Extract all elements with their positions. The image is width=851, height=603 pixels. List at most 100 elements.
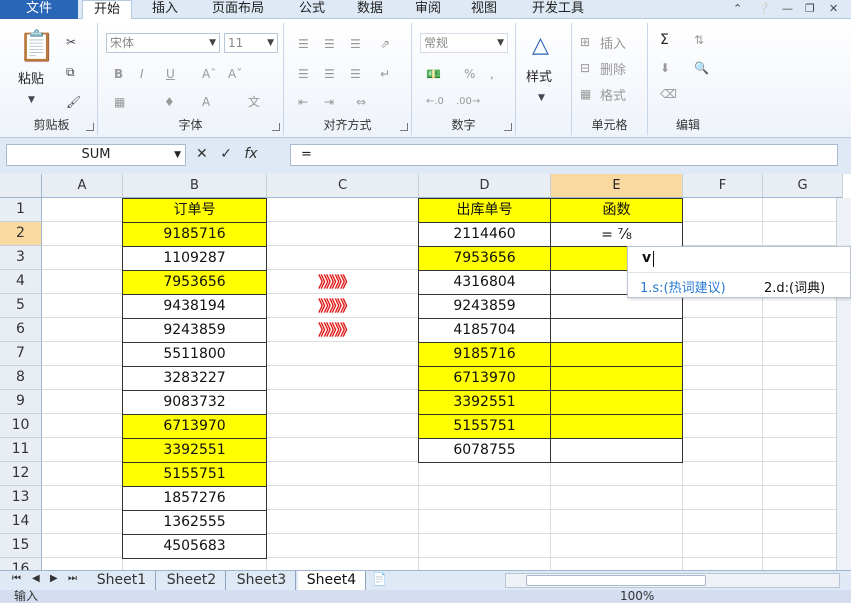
horizontal-scroll-thumb[interactable]: [526, 575, 706, 586]
tab-insert[interactable]: 插入: [142, 0, 188, 19]
italic-button[interactable]: I: [140, 67, 144, 81]
copy-icon[interactable]: ⧉: [66, 65, 75, 79]
column-header-a[interactable]: A: [42, 174, 123, 198]
cut-icon[interactable]: ✂: [66, 35, 76, 49]
align-right-icon[interactable]: ☰: [350, 67, 361, 81]
column-header-e[interactable]: E: [551, 174, 683, 198]
find-select-icon[interactable]: 🔍: [694, 61, 709, 75]
row-header[interactable]: 16: [0, 558, 42, 570]
row-header[interactable]: 8: [0, 366, 42, 390]
select-all-corner[interactable]: [0, 174, 42, 198]
table-cell-outbound[interactable]: 3392551: [418, 390, 551, 415]
align-bottom-icon[interactable]: ☰: [350, 37, 361, 51]
horizontal-scrollbar[interactable]: [505, 573, 840, 588]
tab-formulas[interactable]: 公式: [290, 0, 334, 19]
borders-icon[interactable]: ▦: [114, 95, 125, 109]
alignment-launcher-icon[interactable]: [400, 123, 408, 131]
increase-indent-icon[interactable]: ⇥: [324, 95, 334, 109]
number-launcher-icon[interactable]: [504, 123, 512, 131]
cancel-icon[interactable]: ✕: [196, 146, 208, 162]
table-cell-outbound[interactable]: 5155751: [418, 414, 551, 439]
underline-button[interactable]: U: [166, 67, 175, 81]
table-cell-function[interactable]: [550, 342, 683, 367]
ime-candidate-1[interactable]: 1.s:(热词建议): [640, 277, 726, 296]
table-cell-order[interactable]: 9243859: [122, 318, 267, 343]
tab-file[interactable]: 文件: [0, 0, 78, 19]
fill-icon[interactable]: ⬇: [660, 61, 670, 75]
table-cell-order[interactable]: 5511800: [122, 342, 267, 367]
row-header[interactable]: 6: [0, 318, 42, 342]
styles-button[interactable]: 样式: [526, 71, 552, 85]
table-cell-function[interactable]: [550, 414, 683, 439]
paste-button[interactable]: 粘贴: [18, 73, 44, 87]
row-header[interactable]: 10: [0, 414, 42, 438]
last-sheet-icon[interactable]: ⏭: [68, 573, 77, 584]
tab-review[interactable]: 审阅: [406, 0, 450, 19]
clear-icon[interactable]: ⌫: [660, 87, 677, 101]
cell-d1-header[interactable]: 出库单号: [418, 198, 551, 223]
column-header-f[interactable]: F: [683, 174, 763, 198]
paste-dropdown-icon[interactable]: ▼: [28, 93, 35, 107]
table-cell-outbound[interactable]: 7953656: [418, 246, 551, 271]
table-cell-function[interactable]: [550, 390, 683, 415]
zoom-level[interactable]: 100%: [620, 590, 654, 603]
row-header[interactable]: 3: [0, 246, 42, 270]
font-name-dropdown[interactable]: 宋体 ▼: [106, 33, 220, 53]
decrease-indent-icon[interactable]: ⇤: [298, 95, 308, 109]
row-header[interactable]: 14: [0, 510, 42, 534]
table-cell-order[interactable]: 5155751: [122, 462, 267, 487]
table-cell-outbound[interactable]: 9185716: [418, 342, 551, 367]
sheet-tab-1[interactable]: Sheet1: [88, 571, 156, 590]
delete-cells-button[interactable]: 删除: [600, 59, 626, 78]
cell-b1-header[interactable]: 订单号: [122, 198, 267, 223]
orientation-icon[interactable]: ⇗: [380, 37, 390, 51]
table-cell-outbound[interactable]: 6078755: [418, 438, 551, 463]
row-header[interactable]: 9: [0, 390, 42, 414]
align-center-icon[interactable]: ☰: [324, 67, 335, 81]
row-header[interactable]: 1: [0, 198, 42, 222]
table-cell-outbound[interactable]: 4185704: [418, 318, 551, 343]
increase-decimal-icon[interactable]: ←.0: [426, 95, 444, 109]
row-header[interactable]: 2: [0, 222, 42, 246]
number-format-dropdown[interactable]: 常规 ▼: [420, 33, 508, 53]
insert-cells-icon[interactable]: ⊞: [580, 35, 590, 49]
row-header[interactable]: 15: [0, 534, 42, 558]
table-cell-order[interactable]: 9185716: [122, 222, 267, 247]
autosum-icon[interactable]: Σ: [660, 33, 669, 47]
prev-sheet-icon[interactable]: ◀: [32, 573, 40, 584]
window-restore-icon[interactable]: ❐: [805, 2, 815, 15]
column-header-g[interactable]: G: [763, 174, 843, 198]
font-size-dropdown[interactable]: 11 ▼: [224, 33, 278, 53]
table-cell-function[interactable]: [550, 438, 683, 463]
align-middle-icon[interactable]: ☰: [324, 37, 335, 51]
table-cell-order[interactable]: 1109287: [122, 246, 267, 271]
table-cell-function[interactable]: [550, 318, 683, 343]
fill-color-icon[interactable]: ♦: [164, 95, 175, 109]
window-minimize-icon[interactable]: —: [782, 2, 793, 15]
clipboard-launcher-icon[interactable]: [86, 123, 94, 131]
row-header[interactable]: 7: [0, 342, 42, 366]
table-cell-outbound[interactable]: 2114460: [418, 222, 551, 247]
table-cell-order[interactable]: 9083732: [122, 390, 267, 415]
tab-view[interactable]: 视图: [462, 0, 506, 19]
table-cell-order[interactable]: 1362555: [122, 510, 267, 535]
format-painter-icon[interactable]: 🖌: [66, 95, 81, 109]
formula-input[interactable]: =: [290, 144, 838, 166]
decrease-decimal-icon[interactable]: .00→: [456, 95, 480, 109]
format-cells-icon[interactable]: ▦: [580, 87, 591, 101]
help-icon[interactable]: ❔: [757, 2, 771, 15]
table-cell-order[interactable]: 3392551: [122, 438, 267, 463]
table-cell-order[interactable]: 9438194: [122, 294, 267, 319]
name-box[interactable]: SUM ▼: [6, 144, 186, 166]
column-header-b[interactable]: B: [123, 174, 267, 198]
tab-developer[interactable]: 开发工具: [520, 0, 596, 19]
comma-style-icon[interactable]: ,: [490, 67, 494, 81]
align-top-icon[interactable]: ☰: [298, 37, 309, 51]
minimize-ribbon-icon[interactable]: ⌃: [733, 2, 742, 15]
window-close-icon[interactable]: ✕: [829, 2, 838, 15]
cell-e1-header[interactable]: 函数: [550, 198, 683, 223]
format-cells-button[interactable]: 格式: [600, 85, 626, 104]
font-launcher-icon[interactable]: [272, 123, 280, 131]
tab-home[interactable]: 开始: [82, 0, 132, 20]
row-header[interactable]: 5: [0, 294, 42, 318]
